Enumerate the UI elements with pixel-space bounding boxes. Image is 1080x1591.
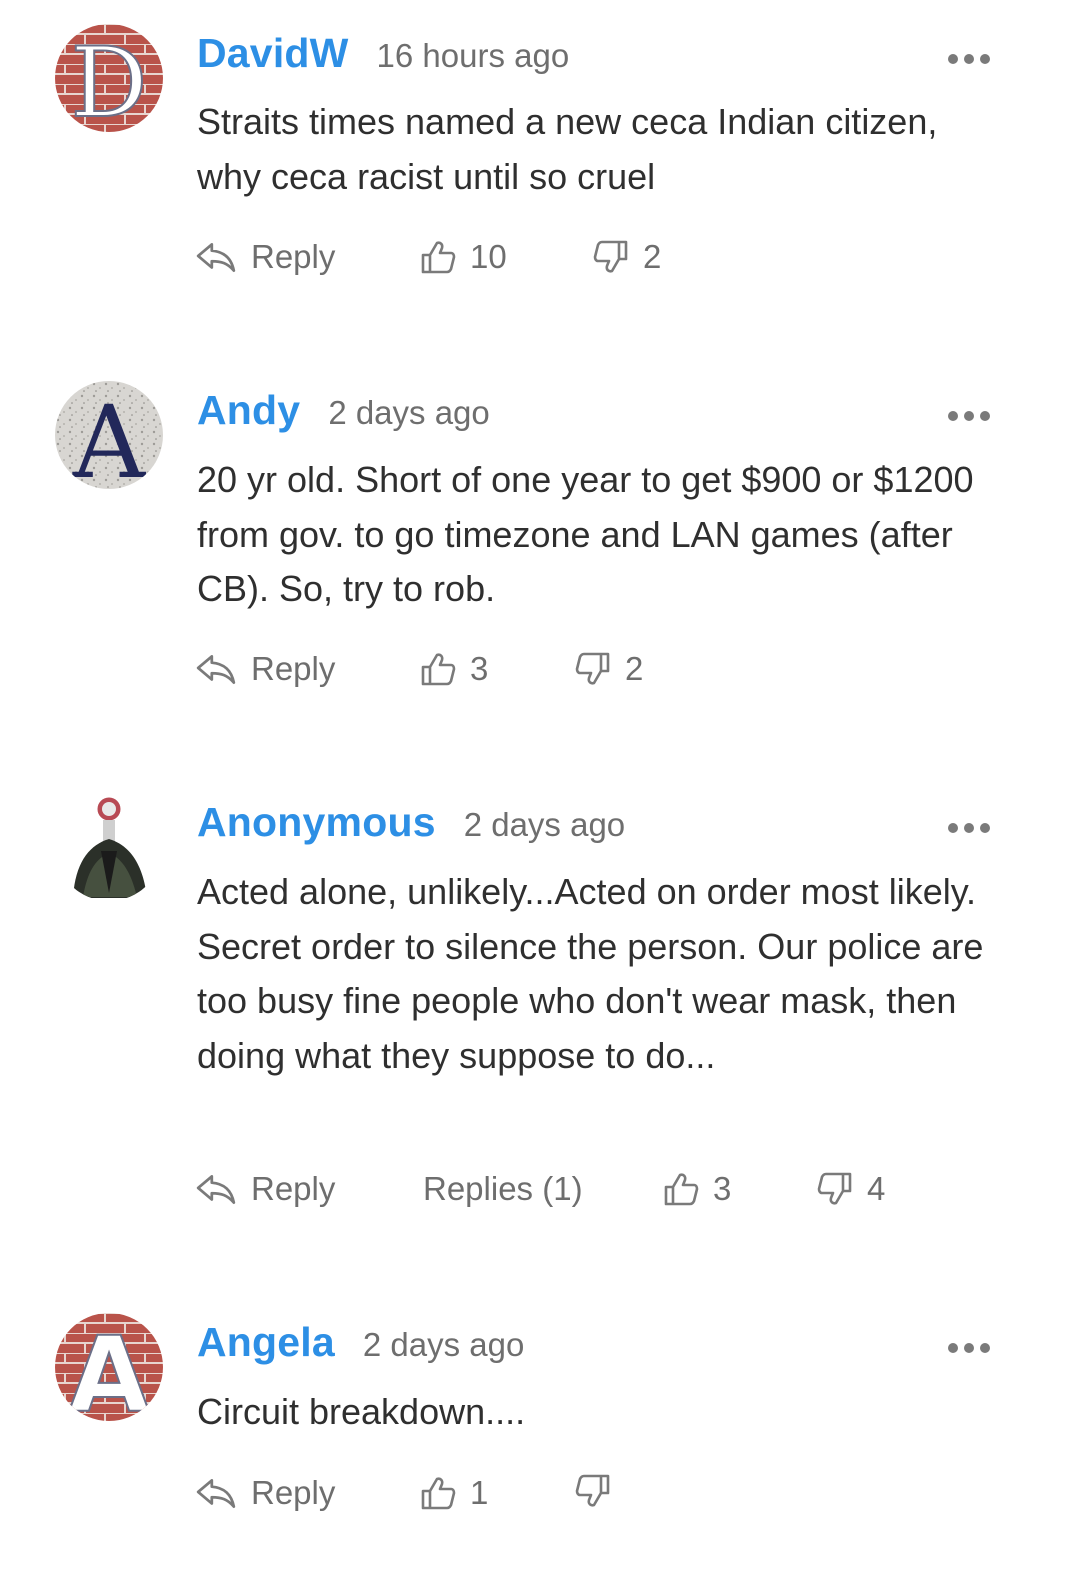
avatar-image: A (55, 1313, 163, 1421)
more-options-icon[interactable] (948, 409, 990, 423)
comment-time: 2 days ago (463, 806, 626, 843)
reply-icon (195, 1476, 237, 1510)
like-count: 3 (470, 650, 489, 687)
reply-label: Reply (251, 1170, 336, 1207)
reply-icon (195, 240, 237, 274)
thumbs-down-icon (817, 1172, 853, 1206)
dislike-button[interactable]: 4 (817, 1170, 885, 1208)
like-count: 1 (470, 1474, 489, 1511)
comment-header: Angela 2 days ago (197, 1319, 524, 1379)
avatar[interactable] (55, 793, 163, 901)
author-name[interactable]: Anonymous (197, 799, 436, 846)
comment-header: Andy 2 days ago (197, 387, 490, 447)
more-options-icon[interactable] (948, 821, 990, 835)
comment-time: 16 hours ago (376, 37, 570, 74)
avatar[interactable]: D (55, 24, 163, 132)
like-count: 10 (470, 238, 507, 275)
avatar-letter: A (69, 1314, 150, 1421)
dislike-button[interactable]: 2 (593, 238, 661, 276)
dislike-button[interactable]: 2 (575, 650, 643, 688)
comment-time: 2 days ago (328, 394, 490, 431)
dislike-count: 4 (867, 1170, 886, 1207)
thumbs-down-icon (575, 652, 611, 686)
comment-text: Acted alone, unlikely...Acted on order m… (197, 871, 984, 1076)
author-name[interactable]: Angela (197, 1319, 335, 1366)
replies-toggle[interactable]: Replies (1) (423, 1170, 583, 1208)
avatar-image (55, 793, 163, 901)
reply-label: Reply (251, 238, 336, 275)
author-name[interactable]: Andy (197, 387, 300, 434)
reply-label: Reply (251, 650, 336, 687)
replies-label: Replies (1) (423, 1170, 583, 1207)
like-count: 3 (713, 1170, 732, 1207)
like-button[interactable]: 3 (420, 650, 488, 688)
reply-button[interactable]: Reply (195, 1474, 335, 1512)
thumbs-up-icon (420, 240, 456, 274)
comment-text: 20 yr old. Short of one year to get $900… (197, 459, 974, 609)
author-name[interactable]: DavidW (197, 30, 349, 77)
comment-time: 2 days ago (362, 1326, 525, 1363)
avatar-image: A (55, 381, 163, 489)
dislike-button[interactable] (575, 1474, 625, 1508)
reply-label: Reply (251, 1474, 336, 1511)
thumbs-up-icon (663, 1172, 699, 1206)
thumbs-down-icon (575, 1474, 611, 1508)
thumbs-up-icon (420, 1476, 456, 1510)
avatar[interactable]: A (55, 381, 163, 489)
thumbs-up-icon (420, 652, 456, 686)
reply-button[interactable]: Reply (195, 238, 335, 276)
avatar-image: D (55, 24, 163, 132)
comment-text: Circuit breakdown.... (197, 1391, 526, 1432)
reply-icon (195, 1172, 237, 1206)
more-options-icon[interactable] (948, 1341, 990, 1355)
like-button[interactable]: 10 (420, 238, 507, 276)
thumbs-down-icon (593, 240, 629, 274)
dislike-count: 2 (643, 238, 662, 275)
reply-button[interactable]: Reply (195, 650, 335, 688)
comment-header: Anonymous 2 days ago (197, 799, 625, 859)
dislike-count: 2 (625, 650, 644, 687)
reply-icon (195, 652, 237, 686)
like-button[interactable]: 3 (663, 1170, 731, 1208)
avatar[interactable]: A (55, 1313, 163, 1421)
avatar-letter: D (71, 27, 148, 132)
comment-text: Straits times named a new ceca Indian ci… (197, 101, 938, 197)
reply-button[interactable]: Reply (195, 1170, 335, 1208)
more-options-icon[interactable] (948, 52, 990, 66)
comment-header: DavidW 16 hours ago (197, 30, 569, 90)
like-button[interactable]: 1 (420, 1474, 488, 1512)
avatar-letter: A (72, 384, 147, 489)
